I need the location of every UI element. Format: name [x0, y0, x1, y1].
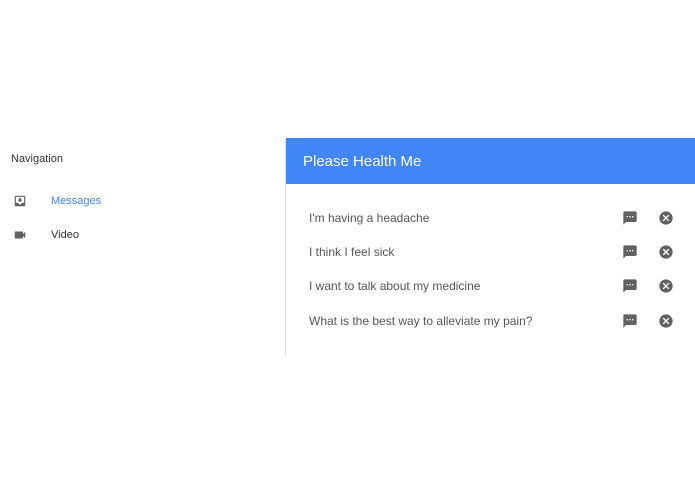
- nav-title: Navigation: [11, 153, 63, 165]
- nav-item-label: Video: [51, 229, 79, 241]
- messages-panel: Please Health Me I'm having a headache I…: [286, 138, 695, 356]
- inbox-icon: [12, 193, 28, 209]
- message-text: I'm having a headache: [309, 211, 430, 225]
- message-text: I want to talk about my medicine: [309, 279, 481, 293]
- list-item[interactable]: I think I feel sick: [286, 235, 695, 269]
- nav-item-label: Messages: [51, 195, 102, 207]
- videocam-icon: [12, 227, 28, 243]
- close-icon[interactable]: [658, 210, 674, 226]
- navigation-drawer: Navigation Messages Video: [0, 138, 285, 356]
- close-icon[interactable]: [658, 313, 674, 329]
- close-icon[interactable]: [658, 278, 674, 294]
- list-item[interactable]: What is the best way to alleviate my pai…: [286, 304, 695, 338]
- nav-item-messages[interactable]: Messages: [0, 186, 285, 216]
- message-text: What is the best way to alleviate my pai…: [309, 314, 533, 328]
- close-icon[interactable]: [658, 244, 674, 260]
- panel-header: Please Health Me: [286, 138, 695, 184]
- chat-icon[interactable]: [622, 210, 638, 226]
- chat-icon[interactable]: [622, 313, 638, 329]
- panel-title: Please Health Me: [303, 153, 422, 170]
- chat-icon[interactable]: [622, 244, 638, 260]
- nav-item-video[interactable]: Video: [0, 220, 285, 250]
- list-item[interactable]: I want to talk about my medicine: [286, 269, 695, 303]
- message-text: I think I feel sick: [309, 245, 395, 259]
- list-item[interactable]: I'm having a headache: [286, 201, 695, 235]
- chat-icon[interactable]: [622, 278, 638, 294]
